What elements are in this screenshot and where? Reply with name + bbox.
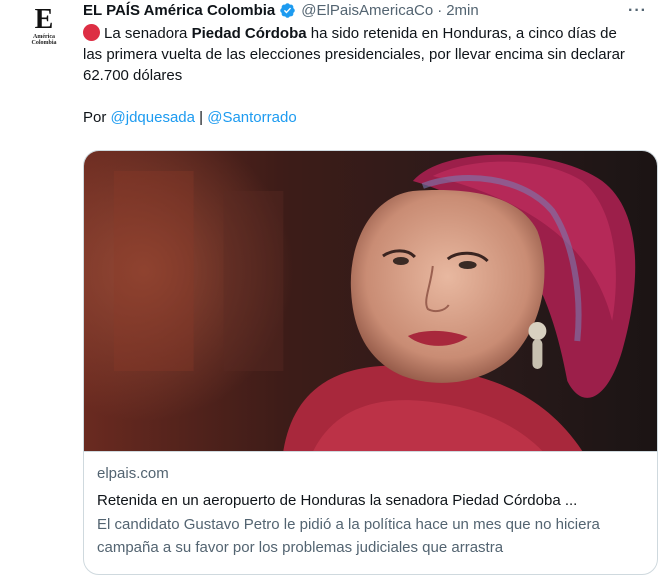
mention-santorrado[interactable]: @Santorrado (207, 109, 296, 126)
credit-separator: | (194, 109, 208, 126)
tweet-credit: Por @jdquesada | @Santorrado (83, 107, 659, 128)
mention-jdquesada[interactable]: @jdquesada (111, 109, 195, 126)
card-photo[interactable] (84, 151, 657, 451)
author-name[interactable]: EL PAÍS América Colombia (83, 2, 275, 19)
avatar-logo-letter: E (34, 4, 54, 35)
more-options-icon[interactable]: ··· (628, 2, 647, 20)
header-separator: · (437, 1, 443, 19)
tweet-text-bold: Piedad Córdoba (191, 25, 307, 42)
card-domain: elpais.com (97, 465, 169, 482)
tweet-text-part-1: La senadora (104, 25, 192, 42)
credit-prefix: Por (83, 109, 111, 126)
author-handle[interactable]: @ElPaisAmericaCo (301, 2, 433, 19)
card-title: Retenida en un aeropuerto de Honduras la… (97, 492, 578, 509)
tweet-text: La senadora Piedad Córdoba ha sido reten… (83, 23, 638, 86)
card-body[interactable]: elpais.com Retenida en un aeropuerto de … (84, 451, 657, 559)
link-preview-card[interactable]: elpais.com Retenida en un aeropuerto de … (83, 150, 658, 575)
tweet-timestamp[interactable]: 2min (446, 2, 479, 19)
card-description: El candidato Gustavo Petro le pidió a la… (97, 516, 600, 556)
tweet-header: EL PAÍS América Colombia @ElPaisAmericaC… (83, 0, 659, 20)
tweet: EL PAÍS América Colombia @ElPaisAmericaC… (83, 0, 659, 128)
avatar-logo-subtitle-2: Colombia (31, 40, 57, 46)
red-circle-emoji-icon (83, 24, 100, 41)
avatar[interactable]: E América Colombia (22, 6, 66, 50)
verified-badge-icon (279, 2, 296, 19)
